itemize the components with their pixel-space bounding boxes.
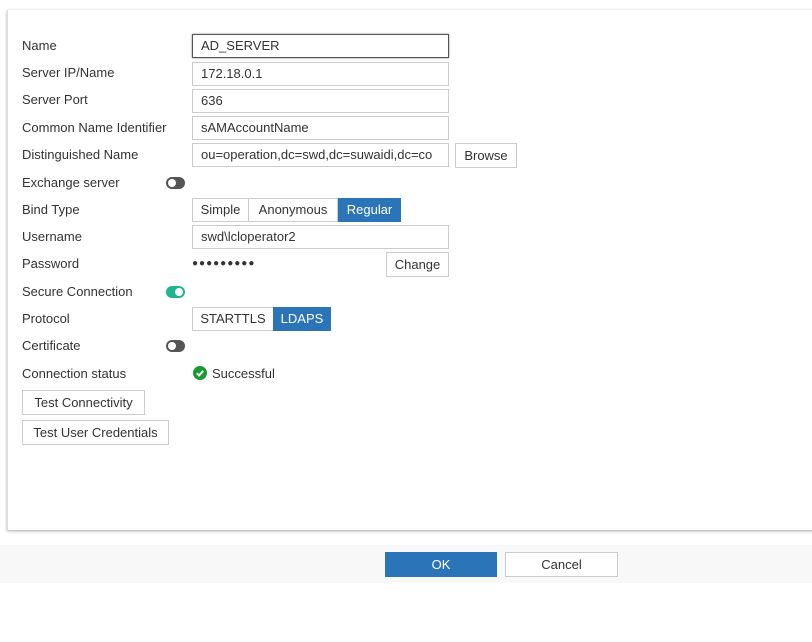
server-ip-label: Server IP/Name: [22, 65, 115, 80]
secure-connection-toggle[interactable]: [166, 286, 185, 298]
distinguished-name-label: Distinguished Name: [22, 147, 139, 162]
name-label: Name: [22, 38, 57, 53]
server-port-label: Server Port: [22, 92, 88, 107]
exchange-server-toggle[interactable]: [166, 177, 185, 189]
protocol-label: Protocol: [22, 311, 70, 326]
check-circle-icon: [193, 366, 207, 380]
exchange-server-label: Exchange server: [22, 175, 120, 190]
password-label: Password: [22, 256, 80, 271]
ok-button[interactable]: OK: [385, 552, 497, 577]
change-password-button[interactable]: Change: [386, 252, 449, 277]
protocol-ldaps[interactable]: LDAPS: [273, 307, 331, 331]
browse-button[interactable]: Browse: [455, 143, 517, 168]
cn-identifier-input[interactable]: sAMAccountName: [192, 116, 449, 140]
test-user-credentials-button[interactable]: Test User Credentials: [22, 420, 169, 445]
username-label: Username: [22, 229, 82, 244]
distinguished-name-input[interactable]: ou=operation,dc=swd,dc=suwaidi,dc=co: [192, 143, 449, 167]
connection-status-label: Connection status: [22, 366, 127, 381]
server-ip-input[interactable]: 172.18.0.1: [192, 62, 449, 86]
certificate-toggle[interactable]: [166, 340, 185, 352]
connection-status-value: Successful: [212, 366, 275, 381]
username-input[interactable]: swd\lcloperator2: [192, 225, 449, 249]
cn-identifier-label: Common Name Identifier: [22, 120, 167, 135]
bind-type-label: Bind Type: [22, 202, 80, 217]
test-connectivity-button[interactable]: Test Connectivity: [22, 390, 145, 415]
bind-type-simple[interactable]: Simple: [192, 198, 249, 222]
certificate-label: Certificate: [22, 338, 81, 353]
protocol-starttls[interactable]: STARTTLS: [192, 307, 274, 331]
bind-type-anonymous[interactable]: Anonymous: [248, 198, 338, 222]
cancel-button[interactable]: Cancel: [505, 552, 618, 577]
secure-connection-label: Secure Connection: [22, 284, 133, 299]
name-input[interactable]: AD_SERVER: [192, 34, 449, 58]
bind-type-regular[interactable]: Regular: [338, 198, 401, 222]
password-value: ●●●●●●●●●: [192, 258, 256, 269]
server-port-input[interactable]: 636: [192, 89, 449, 113]
